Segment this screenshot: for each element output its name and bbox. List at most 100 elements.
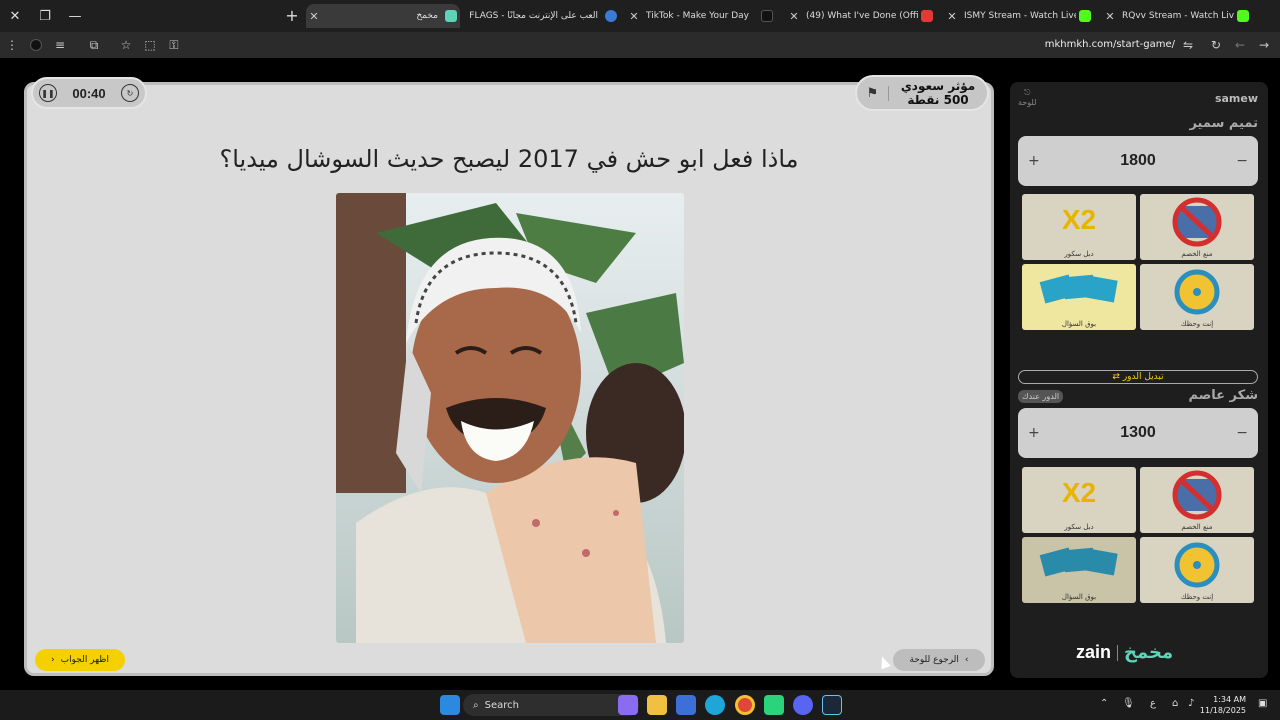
block-opponent-card[interactable]: منع الخصم (1140, 467, 1254, 533)
team-1-powerups: X2 دبل سكور منع الخصم بوق السؤال إنت وحظ… (1022, 194, 1254, 332)
address-bar[interactable]: mkhmkh.com/start-game/ (1045, 32, 1175, 58)
team-2-powerups: X2 دبل سكور منع الخصم بوق السؤال إنت وحظ… (1022, 467, 1254, 605)
browser-toolbar: ⋮ ≡ ⧉ ☆ ⬚ ⚿ mkhmkh.com/start-game/ ⇋ ↻ ←… (0, 32, 1280, 58)
reading-list-icon[interactable]: ≡ (48, 32, 72, 58)
category-badge: ⚑ مؤثر سعودي 500 نقطة (855, 75, 989, 111)
tab-close-icon[interactable]: ✕ (944, 10, 960, 23)
store-icon[interactable] (676, 695, 696, 715)
microphone-icon[interactable]: 🎙 (1122, 698, 1135, 709)
site-settings-icon[interactable]: ⇋ (1176, 32, 1200, 58)
android-studio-icon[interactable] (764, 695, 784, 715)
team-2-score-box: + 1300 − (1018, 408, 1258, 458)
tab-close-icon[interactable]: ✕ (1102, 10, 1118, 23)
divider (1117, 644, 1119, 661)
tab-tiktok[interactable]: ✕ TikTok - Make Your Day (626, 4, 776, 28)
tab-close-icon[interactable]: ✕ (786, 10, 802, 23)
timer-value: 00:40 (72, 85, 106, 101)
restore-window-icon[interactable]: ❐ (30, 0, 60, 32)
notifications-icon[interactable]: ▣ (1258, 698, 1267, 709)
your-luck-card[interactable]: إنت وحظك (1140, 264, 1254, 330)
edge-icon[interactable] (705, 695, 725, 715)
tray-chevron-icon[interactable]: ⌃ (1100, 698, 1108, 709)
kick-icon (1079, 10, 1091, 22)
kick-icon (1237, 10, 1249, 22)
windows-start-icon[interactable] (440, 695, 460, 715)
flag-icon[interactable]: ⚑ (857, 85, 889, 101)
increment-button[interactable]: + (1028, 153, 1040, 169)
category-name: مؤثر سعودي (900, 79, 976, 93)
tab-close-icon[interactable]: ✕ (306, 10, 322, 23)
team-1-score: 1800 (1120, 152, 1156, 169)
volume-icon[interactable]: ♪ (1188, 698, 1194, 709)
zain-logo: zain (1076, 642, 1112, 662)
close-window-icon[interactable]: ✕ (0, 0, 30, 32)
team-2-score: 1300 (1120, 424, 1156, 441)
tab-kick-rqvv[interactable]: ✕ RQvv Stream - Watch Live on K (1102, 4, 1252, 28)
search-icon: ⌕ (473, 699, 479, 711)
menu-dots-icon[interactable]: ⋮ (0, 32, 24, 58)
logout-icon: ⎋ (1024, 88, 1031, 97)
youtube-icon (921, 10, 933, 22)
reload-icon[interactable]: ↻ (1204, 32, 1228, 58)
tab-favicon (445, 10, 457, 22)
x2-icon: X2 (1061, 204, 1097, 235)
forward-icon[interactable]: ← (1228, 32, 1252, 58)
block-opponent-card[interactable]: منع الخصم (1140, 194, 1254, 260)
tab-mukhmukh[interactable]: ✕ مخمخ (306, 4, 460, 28)
tiktok-icon (761, 10, 773, 22)
file-explorer-icon[interactable] (647, 695, 667, 715)
question-horn-card[interactable]: بوق السؤال (1022, 264, 1136, 330)
show-answer-button[interactable]: اظهر الجواب ‹ (35, 649, 125, 671)
password-key-icon[interactable]: ⚿ (162, 32, 186, 58)
profile-avatar-icon[interactable] (24, 32, 48, 58)
screenshot-icon[interactable]: ⬚ (138, 32, 162, 58)
taskbar-clock[interactable]: 1:34 AM 11/18/2025 (1200, 694, 1246, 716)
network-icon[interactable]: ⌂ (1172, 698, 1178, 709)
double-score-card[interactable]: X2 دبل سكور (1022, 194, 1136, 260)
chevron-right-icon: › (964, 655, 969, 665)
chrome-icon[interactable] (735, 695, 755, 715)
back-icon[interactable]: → (1252, 32, 1276, 58)
mukhmukh-logo: مخمخ (1124, 642, 1174, 663)
double-score-card[interactable]: X2 دبل سكور (1022, 467, 1136, 533)
pause-icon[interactable]: ❚❚ (39, 84, 57, 102)
bookmark-star-icon[interactable]: ☆ (114, 32, 138, 58)
discord-icon[interactable] (793, 695, 813, 715)
language-icon[interactable]: ع (1150, 698, 1156, 709)
extensions-icon[interactable]: ⧉ (82, 32, 106, 58)
taskbar-search[interactable]: ⌕ Search (463, 694, 639, 716)
username: samew (1214, 92, 1258, 105)
category-points: 500 نقطة (907, 93, 969, 107)
browser-tab-bar: ✕ ❐ — + ✕ مخمخ FLAGS - العب على الإنترنت… (0, 0, 1280, 32)
minimize-window-icon[interactable]: — (60, 0, 90, 32)
copilot-icon[interactable] (618, 695, 638, 715)
timer-pill: ❚❚ 00:40 ↻ (31, 77, 147, 109)
tab-flags[interactable]: FLAGS - العب على الإنترنت مجانًا (462, 4, 620, 28)
x2-icon: X2 (1061, 477, 1097, 508)
logout-button[interactable]: ⎋ للوحة (1018, 88, 1036, 108)
your-luck-card[interactable]: إنت وحظك (1140, 537, 1254, 603)
question-horn-card[interactable]: بوق السؤال (1022, 537, 1136, 603)
chevron-left-icon: ‹ (51, 655, 55, 665)
increment-button[interactable]: + (1028, 425, 1040, 441)
decrement-button[interactable]: − (1236, 153, 1248, 169)
tab-favicon (605, 10, 617, 22)
new-tab-icon[interactable]: + (277, 6, 307, 25)
team-1-score-box: + 1800 − (1018, 136, 1258, 186)
swap-icon: ⇄ (1112, 372, 1120, 382)
decrement-button[interactable]: − (1236, 425, 1248, 441)
tab-kick-ismy[interactable]: ✕ ISMY Stream - Watch Live on K (944, 4, 1094, 28)
back-to-board-button[interactable]: › الرجوع للوحة (893, 649, 985, 671)
team-2-name: شكر عاصم (1188, 388, 1258, 403)
steam-icon[interactable] (822, 695, 842, 715)
sponsor-branding: zain مخمخ (1076, 642, 1173, 663)
windows-taskbar: ⌕ Search ⌃ 🎙 ع ⌂ ♪ 1:34 AM 11/18/2025 ▣ (0, 690, 1280, 720)
back-label: الرجوع للوحة (909, 655, 959, 665)
team-1-name: تميم سمير (1189, 116, 1258, 131)
tab-close-icon[interactable]: ✕ (626, 10, 642, 23)
tab-youtube[interactable]: ✕ (49) What I've Done (Official M (786, 4, 936, 28)
switch-turn-button[interactable]: تبديل الدور ⇄ (1018, 370, 1258, 384)
reset-timer-icon[interactable]: ↻ (121, 84, 139, 102)
question-board: ❚❚ 00:40 ↻ ⚑ مؤثر سعودي 500 نقطة ماذا فع… (24, 75, 994, 676)
scoreboard-panel: ⎋ للوحة samew تميم سمير + 1800 − X2 دبل … (1010, 82, 1268, 678)
